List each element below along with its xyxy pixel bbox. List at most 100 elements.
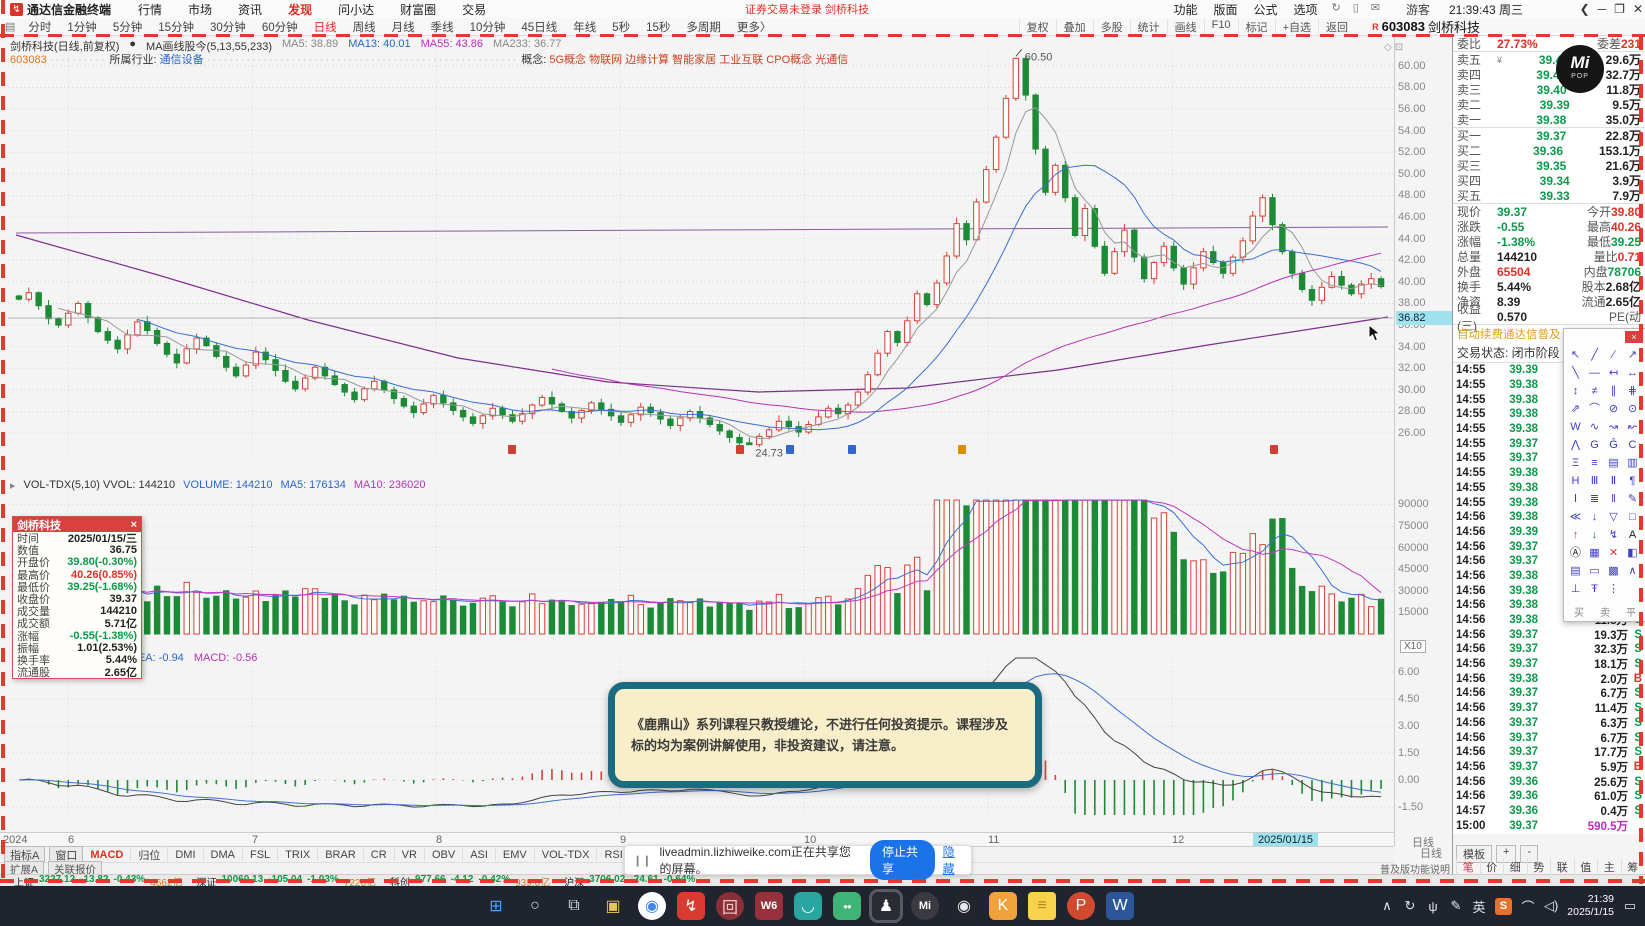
guest-label[interactable]: 游客 bbox=[1406, 1, 1430, 18]
stop-sharing-button[interactable]: 停止共享 bbox=[870, 840, 935, 880]
menu-选项[interactable]: 选项 bbox=[1286, 1, 1324, 18]
taskbar-start-icon[interactable]: ⊞ bbox=[482, 892, 510, 920]
tick-row[interactable]: 15:00 39.37 590.5万 bbox=[1453, 818, 1645, 833]
tab-home[interactable]: 归位 bbox=[131, 847, 169, 863]
draw-tool-41[interactable]: ↓ bbox=[1585, 526, 1604, 544]
taskbar-chrome-icon[interactable]: ◉ bbox=[638, 892, 666, 920]
tick-row[interactable]: 14:5639.3661.0万S bbox=[1453, 789, 1645, 804]
period-更多〉[interactable]: 更多〉 bbox=[729, 19, 780, 35]
tray-wifi-icon[interactable]: ⌒ bbox=[1521, 897, 1535, 916]
tick-row[interactable]: 14:56 39.38 2.0万 B bbox=[1453, 671, 1645, 686]
taskbar-kk-icon[interactable]: K bbox=[989, 892, 1017, 920]
period-多周期[interactable]: 多周期 bbox=[678, 19, 729, 35]
tab-细[interactable]: 细 bbox=[1503, 859, 1527, 875]
period-5分钟[interactable]: 5分钟 bbox=[105, 19, 150, 35]
tool-叠加[interactable]: 叠加 bbox=[1055, 18, 1093, 35]
draw-tool-20[interactable]: ⋀ bbox=[1566, 436, 1585, 454]
tray-lang-icon[interactable]: 英 bbox=[1472, 897, 1486, 916]
period-季线[interactable]: 季线 bbox=[423, 19, 462, 35]
tab-macd[interactable]: MACD bbox=[83, 849, 132, 861]
tab-CR[interactable]: CR bbox=[364, 849, 395, 861]
taskbar-qq-icon[interactable]: ♟ bbox=[872, 892, 900, 920]
tool-返回[interactable]: 返回 bbox=[1318, 18, 1355, 35]
period-60分钟[interactable]: 60分钟 bbox=[254, 19, 306, 35]
taskbar-wechat-icon[interactable]: ●● bbox=[833, 892, 861, 920]
draw-tool-48[interactable]: ▤ bbox=[1566, 562, 1585, 580]
hide-link[interactable]: 隐藏 bbox=[943, 843, 963, 877]
taskbar-search-icon[interactable]: ○ bbox=[521, 892, 549, 920]
tray-pen-icon[interactable]: ✎ bbox=[1449, 898, 1463, 914]
draw-tool-37[interactable]: ↓ bbox=[1585, 508, 1604, 526]
draw-tool-21[interactable]: G bbox=[1585, 436, 1604, 454]
tab-笔[interactable]: 笔 bbox=[1456, 859, 1480, 875]
draw-tool-2[interactable]: ∕ bbox=[1604, 346, 1623, 364]
minimize-button[interactable]: ─ bbox=[1598, 2, 1607, 16]
taskbar-task-view-icon[interactable]: ⧉ bbox=[560, 892, 588, 920]
tab-VOL-TDX[interactable]: VOL-TDX bbox=[535, 849, 598, 861]
toolbar-icon-1[interactable]: ▯ bbox=[1348, 1, 1364, 18]
draw-tool-42[interactable]: ↯ bbox=[1604, 526, 1623, 544]
industry-value[interactable]: 通信设备 bbox=[160, 54, 204, 66]
period-月线[interactable]: 月线 bbox=[384, 19, 423, 35]
menu-发现[interactable]: 发现 bbox=[275, 3, 325, 17]
draw-tool-38[interactable]: ▽ bbox=[1604, 508, 1623, 526]
draw-tool-44[interactable]: Ⓐ bbox=[1566, 544, 1585, 562]
tray-notification-icon[interactable]: ▭ bbox=[1623, 898, 1637, 914]
draw-tool-30[interactable]: Ⅱ bbox=[1604, 472, 1623, 490]
menu-财富圈[interactable]: 财富圈 bbox=[387, 3, 449, 17]
draw-tool-26[interactable]: ▤ bbox=[1604, 454, 1623, 472]
period-45日线[interactable]: 45日线 bbox=[513, 19, 565, 35]
menu-问小达[interactable]: 问小达 bbox=[325, 3, 387, 17]
menu-功能[interactable]: 功能 bbox=[1166, 1, 1204, 18]
collapse-icon[interactable]: ❮ bbox=[1580, 2, 1590, 16]
draw-tool-18[interactable]: ↝ bbox=[1604, 418, 1623, 436]
menu-公式[interactable]: 公式 bbox=[1246, 1, 1284, 18]
period-分时[interactable]: 分时 bbox=[20, 19, 59, 35]
draw-tool-54[interactable]: ⋮ bbox=[1604, 580, 1623, 598]
toolbar-icon-2[interactable]: ✉ bbox=[1366, 1, 1385, 18]
tick-row[interactable]: 14:5639.3711.4万S bbox=[1453, 701, 1645, 716]
menu-行情[interactable]: 行情 bbox=[125, 3, 175, 17]
close-button[interactable]: ✕ bbox=[1633, 2, 1643, 16]
menu-版面[interactable]: 版面 bbox=[1206, 1, 1244, 18]
tool-F10[interactable]: F10 bbox=[1203, 18, 1238, 35]
draw-tool-0[interactable]: ↖ bbox=[1566, 346, 1585, 364]
taskbar-mi-app-icon[interactable]: Mi bbox=[911, 892, 939, 920]
draw-tool-49[interactable]: ▭ bbox=[1585, 562, 1604, 580]
draw-tool-24[interactable]: Ξ bbox=[1566, 454, 1585, 472]
tool-统计[interactable]: 统计 bbox=[1129, 18, 1167, 35]
tab-价[interactable]: 价 bbox=[1479, 859, 1504, 875]
draw-tool-6[interactable]: ↤ bbox=[1604, 364, 1623, 382]
draw-tool-13[interactable]: ⌒ bbox=[1585, 400, 1604, 418]
draw-tool-53[interactable]: Ŧ bbox=[1585, 580, 1604, 598]
tab-主[interactable]: 主 bbox=[1597, 859, 1621, 875]
toolbar-icon-0[interactable]: ↻ bbox=[1327, 1, 1346, 18]
tick-row[interactable]: 14:5739.360.4万S bbox=[1453, 804, 1645, 819]
period-日线[interactable]: 日线 bbox=[306, 19, 345, 35]
draw-tool-32[interactable]: Ⅰ bbox=[1566, 490, 1585, 508]
tray-mic-icon[interactable]: ψ bbox=[1426, 899, 1440, 914]
taskbar-tdx-icon[interactable]: ↯ bbox=[677, 892, 705, 920]
tab-EMV[interactable]: EMV bbox=[496, 849, 535, 861]
taskbar-word-icon[interactable]: W bbox=[1106, 892, 1134, 920]
tab-FSL[interactable]: FSL bbox=[243, 849, 279, 861]
taskbar-powerpoint-icon[interactable]: P bbox=[1067, 892, 1095, 920]
taskbar-camera-icon[interactable]: ◉ bbox=[950, 892, 978, 920]
tab-值[interactable]: 值 bbox=[1573, 859, 1598, 875]
tick-row[interactable]: 14:56 39.37 5.9万 B bbox=[1453, 760, 1645, 775]
tab-ASI[interactable]: ASI bbox=[463, 849, 496, 861]
period-30分钟[interactable]: 30分钟 bbox=[202, 19, 254, 35]
tab-DMA[interactable]: DMA bbox=[204, 849, 243, 861]
draw-tool-28[interactable]: H bbox=[1566, 472, 1585, 490]
taskbar-notes-icon[interactable]: ≡ bbox=[1028, 892, 1056, 920]
close-icon[interactable]: × bbox=[131, 519, 137, 531]
draw-tool-25[interactable]: ≡ bbox=[1585, 454, 1604, 472]
tick-row[interactable]: 14:5639.3719.3万S bbox=[1453, 627, 1645, 642]
volume-chart[interactable] bbox=[8, 474, 1395, 638]
draw-tool-46[interactable]: ✕ bbox=[1604, 544, 1623, 562]
draw-tool-5[interactable]: — bbox=[1585, 364, 1604, 382]
taskbar-app-teal-icon[interactable]: ◡ bbox=[794, 892, 822, 920]
collapse-icon[interactable]: ▸ bbox=[10, 479, 16, 492]
draw-tool-16[interactable]: W bbox=[1566, 418, 1585, 436]
pane-corner-icons[interactable]: ◇⊡ bbox=[1384, 42, 1406, 53]
